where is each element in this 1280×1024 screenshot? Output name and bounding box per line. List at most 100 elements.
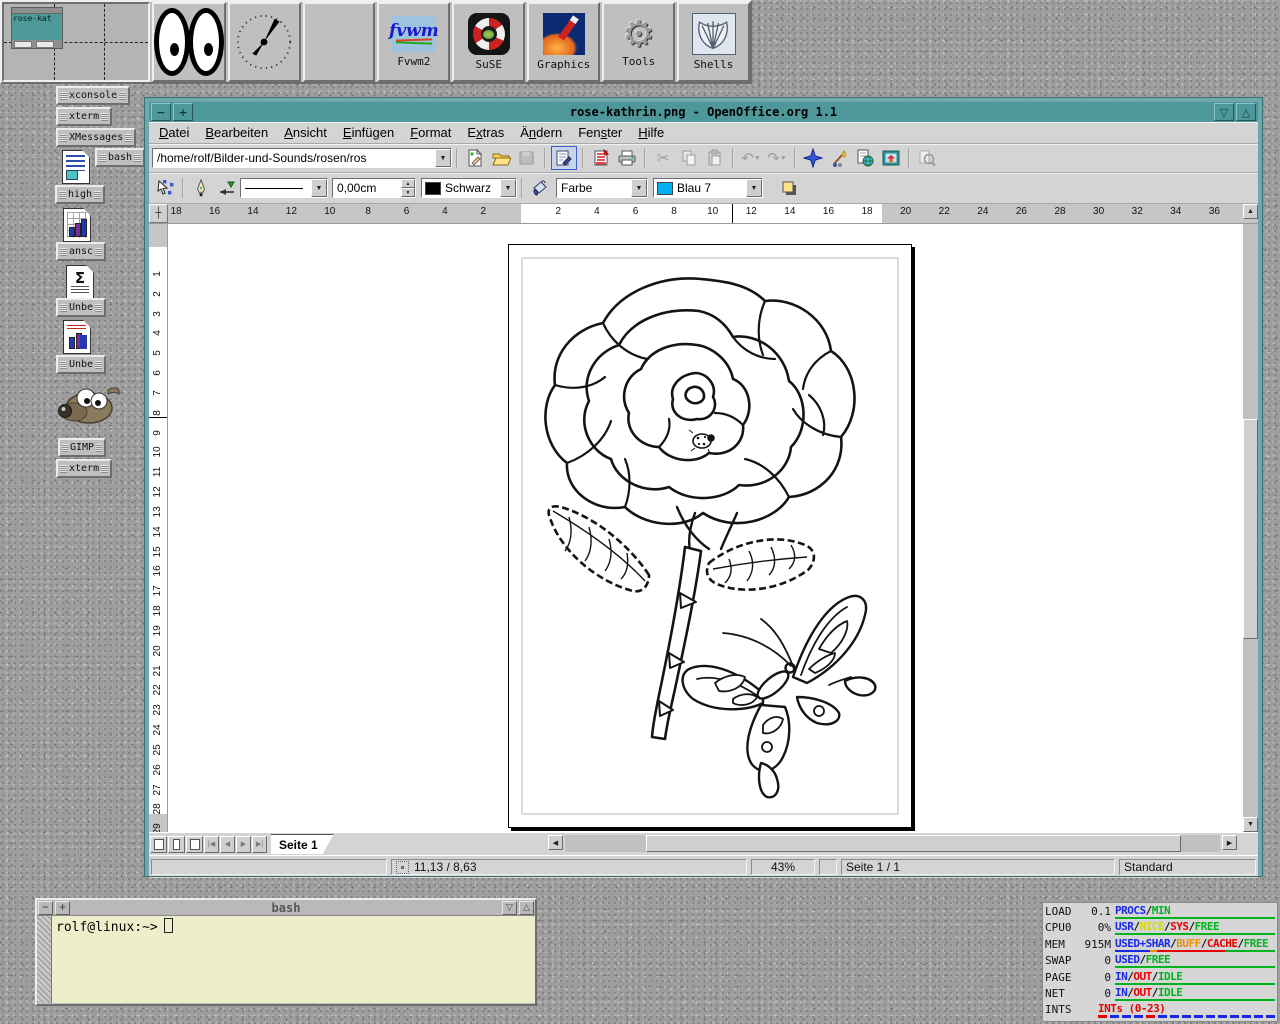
tab-nav-last-button[interactable]: ▶| xyxy=(252,836,267,853)
impress-document-icon[interactable] xyxy=(63,320,91,354)
export-pdf-button[interactable] xyxy=(589,147,613,169)
window-move-button[interactable]: + xyxy=(55,901,70,915)
writer-document-icon[interactable] xyxy=(62,150,90,184)
fill-color-select[interactable]: Blau 7 ▼ xyxy=(653,178,763,198)
icon-label-unbenannt1[interactable]: Unbe xyxy=(56,298,106,317)
line-pen-icon[interactable] xyxy=(189,177,213,199)
launcher-shells[interactable]: Shells xyxy=(677,2,750,82)
vertical-scrollbar-thumb[interactable] xyxy=(1243,419,1258,639)
menu-item[interactable]: Datei xyxy=(151,123,197,142)
fill-color-name[interactable]: Blau 7 xyxy=(673,181,746,195)
autopilot-icon[interactable] xyxy=(827,147,851,169)
oo-titlebar[interactable]: − + rose-kathrin.png - OpenOffice.org 1.… xyxy=(149,102,1258,122)
layer-mode-button-3[interactable] xyxy=(186,836,203,853)
fill-type-value[interactable]: Farbe xyxy=(557,181,631,195)
ruler-origin-button[interactable]: ┼ xyxy=(149,204,168,223)
print-button[interactable] xyxy=(615,147,639,169)
empty-panel-slot[interactable] xyxy=(303,2,376,82)
fill-type-dropdown-button[interactable]: ▼ xyxy=(631,179,647,197)
arrow-style-icon[interactable] xyxy=(215,177,239,199)
terminal-titlebar[interactable]: − + bash ▽ △ xyxy=(37,900,535,916)
terminal-screen[interactable]: rolf@linux:~> xyxy=(52,916,535,1003)
math-document-icon[interactable]: Σ xyxy=(66,265,94,299)
menu-item[interactable]: Ansicht xyxy=(276,123,335,142)
xeyes-applet[interactable] xyxy=(152,2,226,82)
vertical-ruler[interactable]: 1234567891011121314151617181920212223242… xyxy=(149,224,168,832)
spin-down-button[interactable]: ▼ xyxy=(401,188,415,197)
virtual-desktop-pager[interactable]: rose-kat xyxy=(2,2,150,82)
horizontal-scrollbar-thumb[interactable] xyxy=(646,835,1181,852)
icon-label-unbenannt2[interactable]: Unbe xyxy=(56,355,106,374)
undo-icon[interactable]: ↶▼ xyxy=(739,147,763,169)
launcher-graphics[interactable]: Graphics xyxy=(527,2,600,82)
spin-up-button[interactable]: ▲ xyxy=(401,179,415,188)
fill-type-select[interactable]: Farbe ▼ xyxy=(556,178,648,198)
paste-icon[interactable] xyxy=(703,147,727,169)
hscroll-left-button[interactable]: ◀ xyxy=(548,835,563,850)
launcher-fvwm2[interactable]: fvwm Fvwm2 xyxy=(377,2,450,82)
window-menu-button[interactable]: − xyxy=(38,901,53,915)
cut-icon[interactable]: ✂ xyxy=(651,147,675,169)
gimp-wilber-icon[interactable] xyxy=(56,380,122,428)
status-zoom-field[interactable]: 43% xyxy=(751,859,815,875)
calc-document-icon[interactable] xyxy=(63,208,91,242)
line-width-spinner[interactable]: 0,00cm ▲ ▼ xyxy=(332,178,416,198)
gallery-icon[interactable] xyxy=(879,147,903,169)
scroll-up-button[interactable]: ▲ xyxy=(1243,204,1258,219)
tab-nav-prev-button[interactable]: ◀ xyxy=(220,836,235,853)
line-width-value[interactable]: 0,00cm xyxy=(333,181,401,195)
layer-mode-button-2[interactable] xyxy=(168,836,185,853)
line-style-dropdown-button[interactable]: ▼ xyxy=(311,179,327,197)
layer-mode-button-1[interactable] xyxy=(150,836,167,853)
line-color-select[interactable]: Schwarz ▼ xyxy=(421,178,517,198)
status-style-field[interactable]: Standard xyxy=(1119,859,1256,875)
icon-label-bash[interactable]: bash xyxy=(95,148,145,167)
fill-bucket-icon[interactable] xyxy=(528,177,552,199)
open-button[interactable] xyxy=(489,147,513,169)
icon-label-ansc[interactable]: ansc xyxy=(56,242,106,261)
window-shade-button[interactable]: ▽ xyxy=(1214,103,1234,121)
copy-icon[interactable] xyxy=(677,147,701,169)
hyperlink-document-icon[interactable] xyxy=(853,147,877,169)
tab-nav-first-button[interactable]: |◀ xyxy=(204,836,219,853)
launcher-tools[interactable]: ⚙ Tools xyxy=(602,2,675,82)
icon-label-xconsole[interactable]: xconsole xyxy=(56,86,130,105)
shadow-toggle-icon[interactable] xyxy=(777,177,801,199)
save-button[interactable] xyxy=(515,147,539,169)
clock-applet[interactable] xyxy=(228,2,301,82)
icon-label-xterm[interactable]: xterm xyxy=(56,107,112,126)
horizontal-scrollbar[interactable] xyxy=(565,835,1220,852)
icon-label-high[interactable]: high xyxy=(55,185,105,204)
document-page[interactable] xyxy=(508,244,912,828)
drawing-canvas[interactable] xyxy=(168,224,1243,832)
menu-item[interactable]: Bearbeiten xyxy=(197,123,276,142)
line-color-dropdown-button[interactable]: ▼ xyxy=(500,179,516,197)
status-position-field[interactable]: 11,13 / 8,63 xyxy=(391,859,747,875)
line-color-name[interactable]: Schwarz xyxy=(441,181,500,195)
window-maximize-button[interactable]: △ xyxy=(1236,103,1256,121)
xterm-scrollbar[interactable] xyxy=(37,916,52,1003)
url-text[interactable]: /home/rolf/Bilder-und-Sounds/rosen/ros xyxy=(153,151,435,165)
url-dropdown-button[interactable]: ▼ xyxy=(435,149,451,167)
hscroll-right-button[interactable]: ▶ xyxy=(1222,835,1237,850)
edit-points-icon[interactable] xyxy=(153,177,177,199)
pager-mini-window[interactable]: rose-kat xyxy=(11,7,63,49)
page-tab-seite1[interactable]: Seite 1 xyxy=(271,834,334,854)
menu-item[interactable]: Format xyxy=(402,123,459,142)
menu-item[interactable]: Extras xyxy=(459,123,512,142)
window-maximize-button[interactable]: △ xyxy=(519,901,534,915)
navigator-icon[interactable] xyxy=(801,147,825,169)
window-shade-button[interactable]: ▽ xyxy=(502,901,517,915)
vertical-scrollbar[interactable]: ▼ xyxy=(1243,224,1258,832)
window-move-button[interactable]: + xyxy=(173,103,193,121)
menu-item[interactable]: Einfügen xyxy=(335,123,402,142)
fill-color-dropdown-button[interactable]: ▼ xyxy=(746,179,762,197)
horizontal-ruler[interactable]: 18161412108642 2468101214161820222426283… xyxy=(168,204,1243,223)
menu-item[interactable]: Ändern xyxy=(512,123,570,142)
icon-label-gimp[interactable]: GIMP xyxy=(58,438,106,457)
status-page-field[interactable]: Seite 1 / 1 xyxy=(841,859,1115,875)
icon-label-xterm2[interactable]: xterm xyxy=(56,459,112,478)
redo-icon[interactable]: ↷▼ xyxy=(765,147,789,169)
scroll-down-button[interactable]: ▼ xyxy=(1243,817,1258,832)
menu-item[interactable]: Hilfe xyxy=(630,123,672,142)
